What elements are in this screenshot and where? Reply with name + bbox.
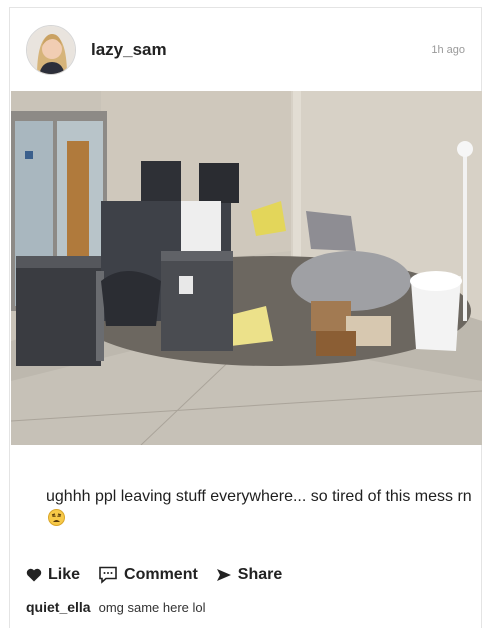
post-caption-text: ughhh ppl leaving stuff everywhere... so…: [46, 488, 472, 505]
like-button[interactable]: Like: [26, 566, 80, 584]
post-timestamp: 1h ago: [431, 44, 465, 56]
comment-label: Comment: [124, 566, 198, 583]
post-header: lazy_sam 1h ago: [10, 8, 481, 91]
user-avatar[interactable]: [26, 25, 76, 75]
comment-button[interactable]: Comment: [98, 566, 198, 584]
post-actions: Like Comment Share: [26, 564, 300, 586]
comment-item: quiet_ella omg same here lol: [26, 599, 206, 615]
post-username[interactable]: lazy_sam: [91, 40, 167, 60]
like-label: Like: [48, 566, 81, 583]
share-button[interactable]: Share: [216, 566, 282, 584]
heart-icon: [26, 568, 42, 582]
comment-text: omg same here lol: [98, 600, 206, 615]
post-photo[interactable]: [11, 91, 482, 445]
speech-bubble-icon: [99, 566, 117, 584]
share-label: Share: [237, 566, 283, 583]
post-caption: ughhh ppl leaving stuff everywhere... so…: [26, 486, 472, 530]
weary-face-icon: [28, 509, 65, 526]
post-card: lazy_sam 1h ago ughhh ppl leaving stuff …: [9, 7, 482, 628]
send-arrow-icon: [216, 569, 231, 581]
comment-username[interactable]: quiet_ella: [26, 599, 91, 615]
